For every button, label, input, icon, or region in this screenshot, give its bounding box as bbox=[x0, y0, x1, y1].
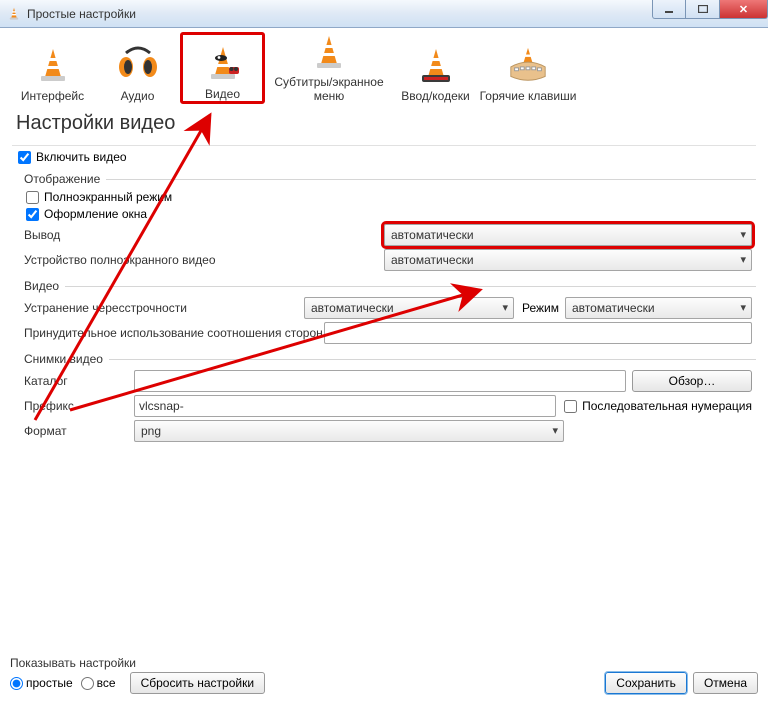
prefix-input[interactable]: vlcsnap- bbox=[134, 395, 556, 417]
tab-interface[interactable]: Интерфейс bbox=[10, 32, 95, 104]
reset-button[interactable]: Сбросить настройки bbox=[130, 672, 265, 694]
format-label: Формат bbox=[24, 424, 134, 438]
group-video-title: Видео bbox=[24, 279, 59, 293]
tab-hotkeys[interactable]: Горячие клавиши bbox=[478, 32, 578, 104]
maximize-button[interactable] bbox=[686, 0, 720, 19]
deinterlace-select[interactable]: автоматически bbox=[304, 297, 514, 319]
tab-label: Интерфейс bbox=[21, 89, 84, 103]
codecs-icon bbox=[415, 44, 457, 86]
decorations-checkbox[interactable] bbox=[26, 208, 39, 221]
enable-video-label: Включить видео bbox=[36, 150, 127, 164]
tab-label: Ввод/кодеки bbox=[401, 89, 469, 103]
minimize-button[interactable] bbox=[652, 0, 686, 19]
window-title: Простые настройки bbox=[27, 7, 136, 21]
enable-video-checkbox[interactable] bbox=[18, 151, 31, 164]
force-ar-input[interactable] bbox=[324, 322, 752, 344]
tab-label: Аудио bbox=[121, 89, 155, 103]
interface-icon bbox=[32, 44, 74, 86]
video-icon bbox=[202, 42, 244, 84]
tab-video[interactable]: Видео bbox=[180, 32, 265, 104]
fsdevice-select[interactable]: автоматически bbox=[384, 249, 752, 271]
decorations-label: Оформление окна bbox=[44, 207, 147, 221]
page-title: Настройки видео bbox=[16, 112, 756, 135]
mode-select[interactable]: автоматически bbox=[565, 297, 752, 319]
radio-all[interactable]: все bbox=[81, 676, 116, 690]
output-label: Вывод bbox=[24, 228, 384, 242]
category-tabs: Интерфейс Аудио Видео Субтитры/экранное … bbox=[0, 28, 768, 106]
tab-label: Горячие клавиши bbox=[480, 89, 577, 103]
group-display-title: Отображение bbox=[24, 172, 100, 186]
audio-icon bbox=[117, 44, 159, 86]
deinterlace-label: Устранение чересстрочности bbox=[24, 301, 304, 315]
mode-label: Режим bbox=[522, 301, 559, 315]
folder-input[interactable] bbox=[134, 370, 626, 392]
sequential-label: Последовательная нумерация bbox=[582, 399, 752, 413]
radio-simple[interactable]: простые bbox=[10, 676, 73, 690]
prefix-label: Префикс bbox=[24, 399, 134, 413]
tab-label: Субтитры/экранное меню bbox=[266, 75, 392, 103]
tab-label: Видео bbox=[205, 87, 240, 101]
output-select[interactable]: автоматически bbox=[384, 224, 752, 246]
fsdevice-label: Устройство полноэкранного видео bbox=[24, 253, 384, 267]
save-button[interactable]: Сохранить bbox=[605, 672, 687, 694]
hotkeys-icon bbox=[507, 44, 549, 86]
group-snapshots-title: Снимки видео bbox=[24, 352, 103, 366]
cancel-button[interactable]: Отмена bbox=[693, 672, 758, 694]
subtitles-icon bbox=[308, 32, 350, 72]
fullscreen-label: Полноэкранный режим bbox=[44, 190, 172, 204]
show-settings-label: Показывать настройки bbox=[10, 656, 758, 670]
app-icon bbox=[6, 6, 22, 22]
browse-button[interactable]: Обзор… bbox=[632, 370, 752, 392]
folder-label: Каталог bbox=[24, 374, 134, 388]
titlebar: Простые настройки ✕ bbox=[0, 0, 768, 28]
tab-audio[interactable]: Аудио bbox=[95, 32, 180, 104]
format-select[interactable]: png bbox=[134, 420, 564, 442]
tab-subtitles[interactable]: Субтитры/экранное меню bbox=[265, 32, 393, 104]
close-button[interactable]: ✕ bbox=[720, 0, 768, 19]
tab-input-codecs[interactable]: Ввод/кодеки bbox=[393, 32, 478, 104]
force-ar-label: Принудительное использование соотношения… bbox=[24, 326, 324, 340]
fullscreen-checkbox[interactable] bbox=[26, 191, 39, 204]
footer: Показывать настройки простые все Сбросит… bbox=[10, 656, 758, 694]
sequential-checkbox[interactable] bbox=[564, 400, 577, 413]
